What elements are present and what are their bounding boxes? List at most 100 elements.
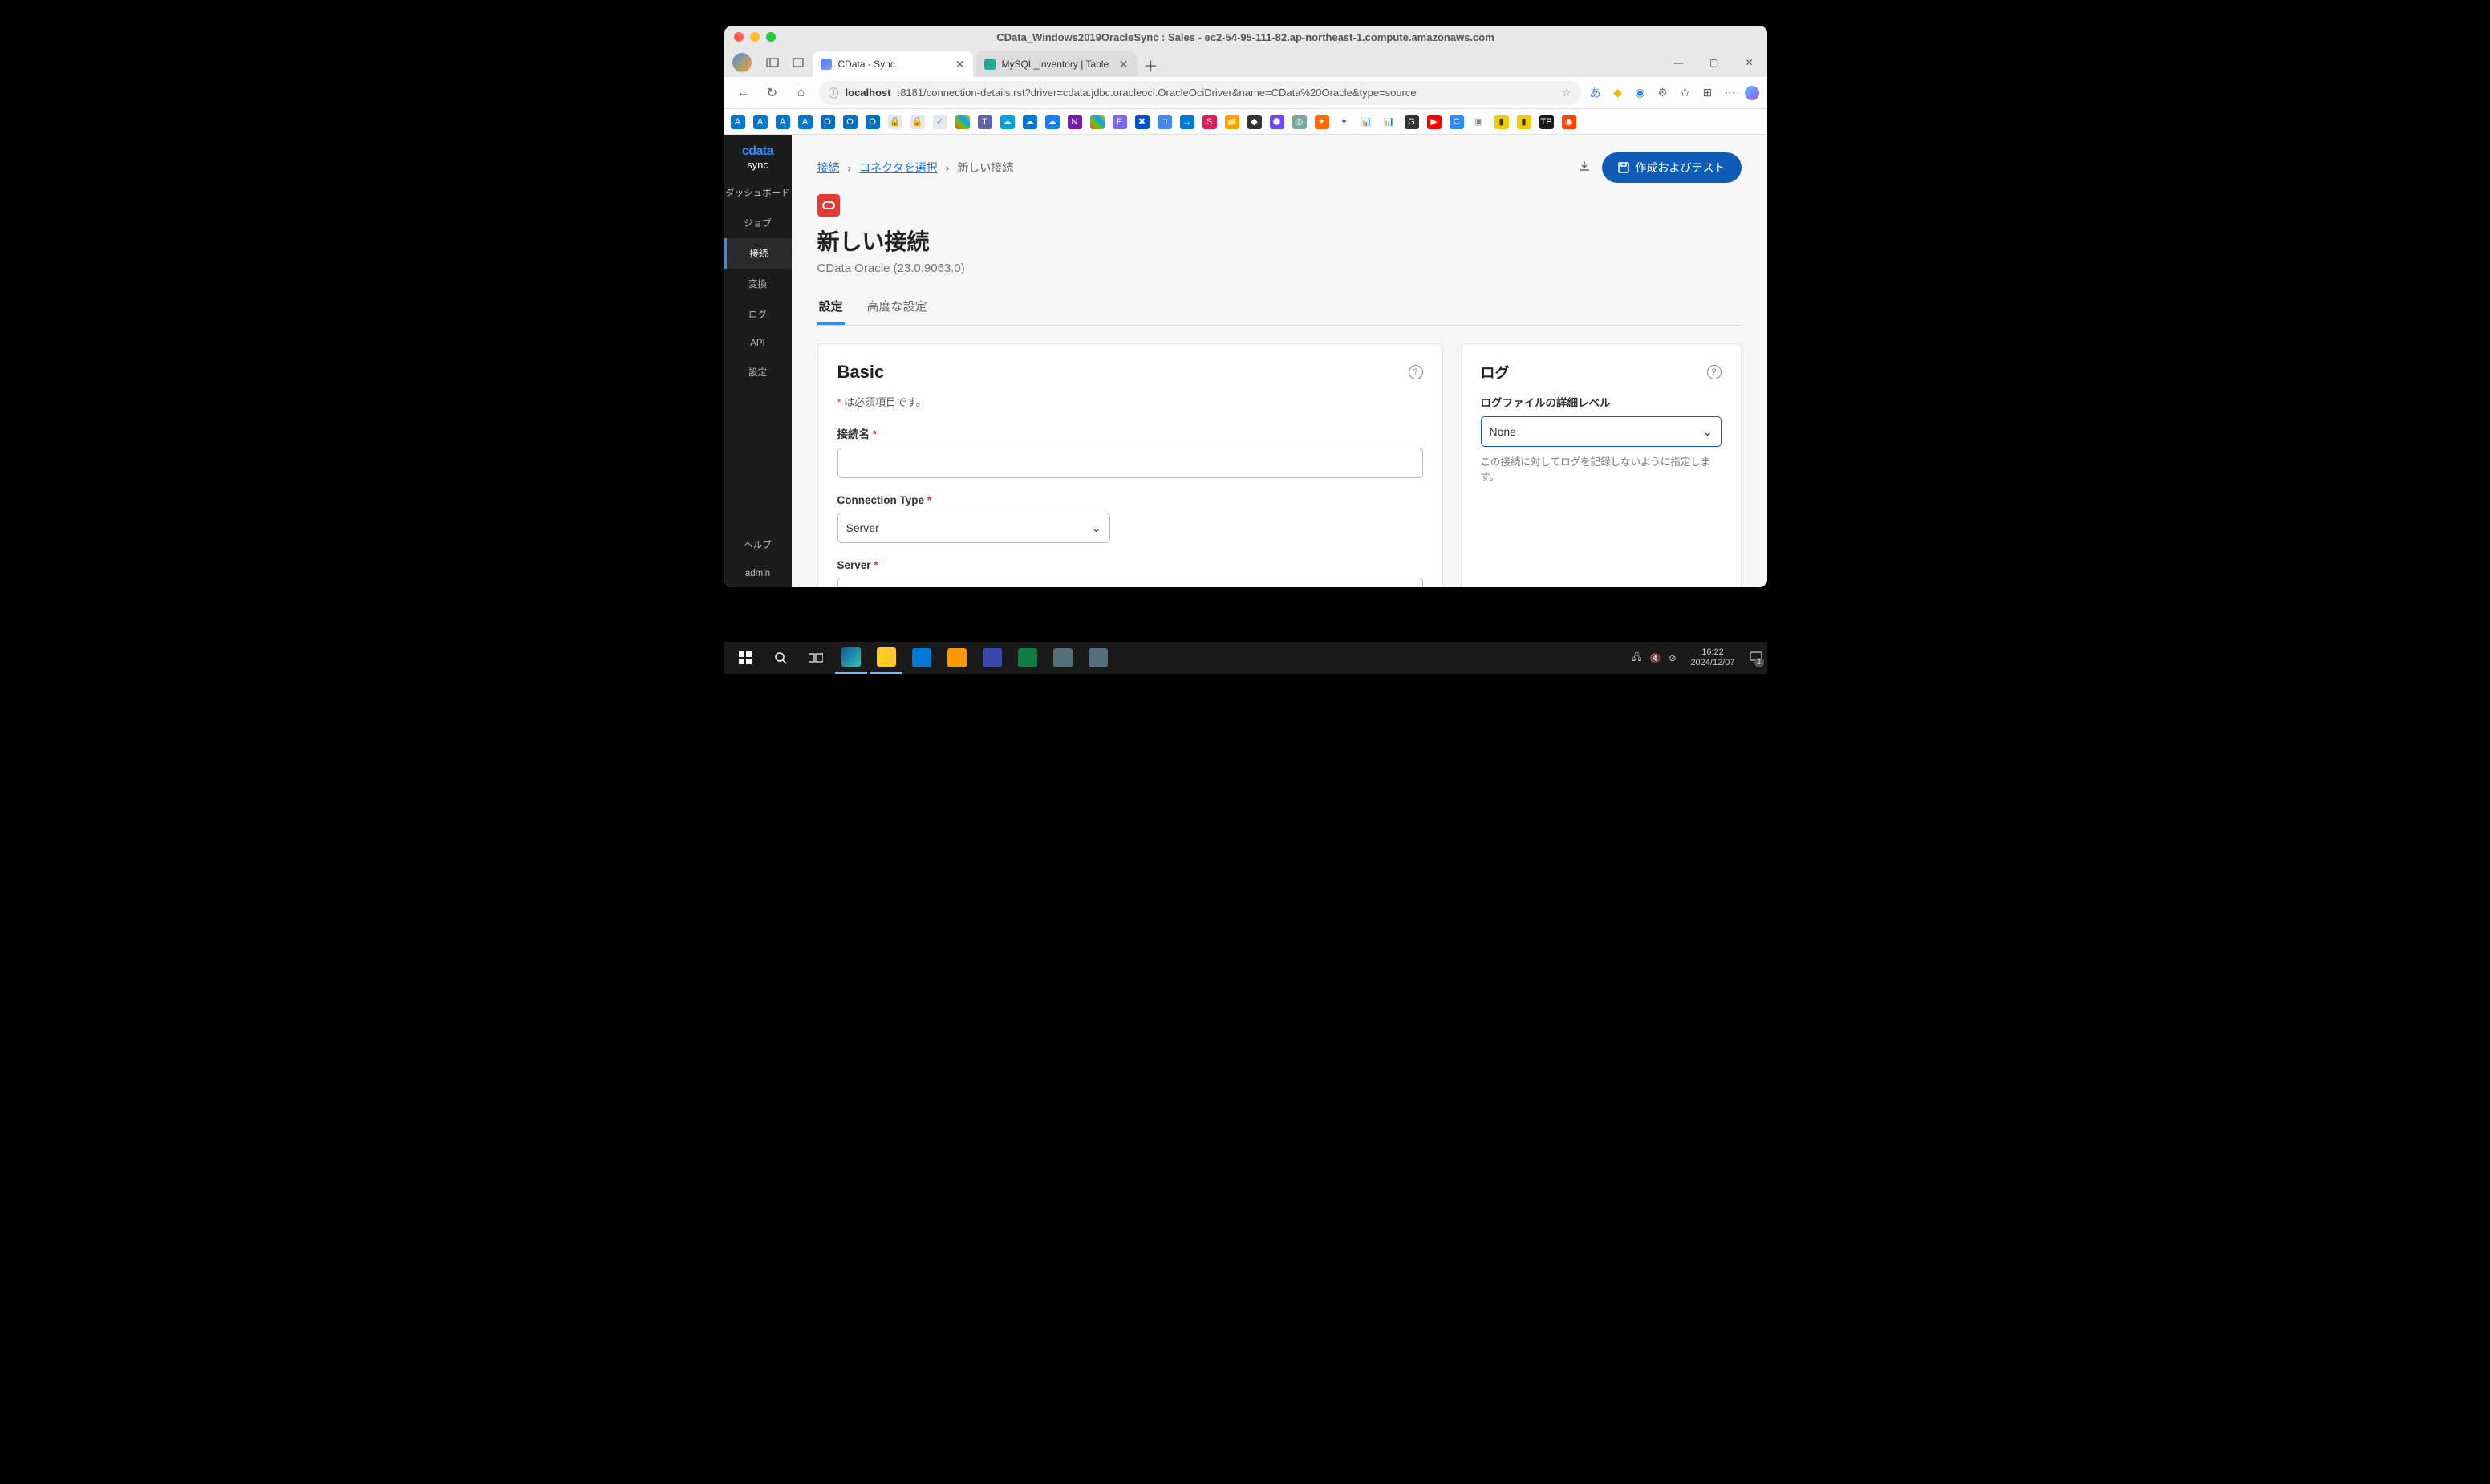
bookmark-icon[interactable]: ▮ — [1494, 115, 1509, 129]
bookmark-icon[interactable]: 🔒 — [888, 115, 902, 129]
bookmark-icon[interactable]: ☁ — [1045, 115, 1060, 129]
url-input[interactable]: ⓘ localhost :8181/connection-details.rst… — [819, 81, 1581, 105]
task-view-button[interactable] — [800, 642, 832, 674]
sidebar-item-transforms[interactable]: 変換 — [724, 269, 792, 299]
taskbar-explorer[interactable] — [870, 642, 902, 674]
conn-type-select[interactable]: Server ⌄ — [837, 513, 1110, 543]
bookmark-icon[interactable] — [1090, 115, 1105, 129]
taskbar-app[interactable] — [976, 642, 1008, 674]
bookmark-icon[interactable]: T — [978, 115, 992, 129]
favorites-icon[interactable]: ✩ — [1677, 85, 1693, 101]
breadcrumb-connections[interactable]: 接続 — [817, 160, 840, 176]
bookmark-icon[interactable]: S — [1202, 115, 1217, 129]
restore-button[interactable]: ▢ — [1697, 50, 1732, 75]
bookmark-icon[interactable]: 🔒 — [910, 115, 925, 129]
taskbar-app[interactable] — [1082, 642, 1114, 674]
bookmark-icon[interactable]: ✦ — [1337, 115, 1352, 129]
start-button[interactable] — [729, 642, 761, 674]
bookmark-icon[interactable]: TP — [1539, 115, 1554, 129]
server-input[interactable] — [837, 578, 1423, 587]
sidebar-item-admin[interactable]: admin — [724, 560, 792, 587]
new-tab-button[interactable]: ＋ — [1140, 55, 1162, 77]
log-level-select[interactable]: None ⌄ — [1481, 416, 1722, 447]
bookmark-icon[interactable]: 📁 — [1225, 115, 1239, 129]
bookmark-icon[interactable]: ▣ — [1472, 115, 1486, 129]
help-icon[interactable]: ? — [1409, 365, 1423, 379]
conn-name-input[interactable] — [837, 448, 1423, 478]
copilot-icon[interactable] — [1745, 86, 1759, 100]
home-button[interactable]: ⌂ — [790, 82, 813, 104]
sidebar-item-settings[interactable]: 設定 — [724, 357, 792, 387]
bookmark-icon[interactable]: N — [1068, 115, 1082, 129]
bookmark-icon[interactable]: A — [753, 115, 768, 129]
tray-network-icon[interactable]: 🖧 — [1632, 651, 1641, 666]
bookmark-icon[interactable]: A — [776, 115, 790, 129]
bookmark-icon[interactable]: □ — [1158, 115, 1172, 129]
refresh-button[interactable]: ↻ — [761, 82, 784, 104]
translate-icon[interactable]: あ — [1588, 85, 1604, 101]
bookmark-icon[interactable]: A — [731, 115, 745, 129]
favorite-icon[interactable]: ☆ — [1562, 87, 1571, 99]
taskbar-edge[interactable] — [835, 642, 867, 674]
bookmark-icon[interactable]: ✓ — [933, 115, 947, 129]
taskbar-clock[interactable]: 16:22 2024/12/07 — [1684, 647, 1741, 668]
bookmark-icon[interactable]: ◎ — [1292, 115, 1307, 129]
profile-avatar[interactable] — [732, 53, 752, 72]
browser-tab[interactable]: MySQL_inventory | Table ✕ — [976, 51, 1137, 77]
tab-settings[interactable]: 設定 — [817, 291, 845, 325]
bookmark-icon[interactable]: 📊 — [1382, 115, 1397, 129]
bookmark-icon[interactable]: → — [1180, 115, 1194, 129]
bookmark-icon[interactable]: ☁ — [1000, 115, 1015, 129]
bookmark-icon[interactable]: ✦ — [1315, 115, 1329, 129]
close-tab-button[interactable]: ✕ — [1119, 58, 1129, 71]
breadcrumb-select-connector[interactable]: コネクタを選択 — [859, 160, 937, 176]
sidebar-item-help[interactable]: ヘルプ — [724, 529, 792, 560]
bookmark-icon[interactable]: 📊 — [1360, 115, 1374, 129]
bookmark-icon[interactable] — [955, 115, 970, 129]
tray-icon[interactable]: ⊘ — [1669, 653, 1676, 663]
bookmark-icon[interactable]: O — [843, 115, 858, 129]
help-icon[interactable]: ? — [1707, 365, 1722, 379]
extensions-menu-icon[interactable]: ⚙ — [1655, 85, 1671, 101]
bookmark-icon[interactable]: ⬢ — [1270, 115, 1284, 129]
extension-icon[interactable]: ◆ — [1610, 85, 1626, 101]
bookmark-icon[interactable]: G — [1405, 115, 1419, 129]
tab-actions-icon[interactable] — [787, 51, 809, 74]
sidebar-item-dashboard[interactable]: ダッシュボード — [724, 177, 792, 208]
tray-volume-icon[interactable]: 🔇 — [1650, 653, 1661, 663]
minimize-button[interactable]: — — [1661, 50, 1697, 75]
bookmark-icon[interactable]: C — [1450, 115, 1464, 129]
more-icon[interactable]: ⋯ — [1722, 85, 1738, 101]
bookmark-icon[interactable]: ◉ — [1562, 115, 1576, 129]
taskbar-app[interactable] — [1047, 642, 1079, 674]
bookmark-icon[interactable]: ☁ — [1023, 115, 1037, 129]
bookmark-icon[interactable]: ◆ — [1247, 115, 1262, 129]
sidebar-item-connections[interactable]: 接続 — [724, 238, 792, 269]
taskbar-app[interactable] — [941, 642, 973, 674]
bookmark-icon[interactable]: ▶ — [1427, 115, 1442, 129]
collections-icon[interactable]: ⊞ — [1700, 85, 1716, 101]
search-button[interactable] — [764, 642, 797, 674]
tab-advanced[interactable]: 高度な設定 — [866, 291, 929, 325]
notifications-button[interactable]: 2 — [1750, 651, 1762, 666]
browser-tab-active[interactable]: CData - Sync ✕ — [813, 51, 973, 77]
download-icon[interactable] — [1578, 160, 1591, 176]
sidebar-item-jobs[interactable]: ジョブ — [724, 208, 792, 238]
site-info-icon[interactable]: ⓘ — [829, 85, 839, 100]
taskbar-excel[interactable] — [1012, 642, 1044, 674]
bookmark-icon[interactable]: ✖ — [1135, 115, 1150, 129]
back-button[interactable]: ← — [732, 82, 755, 104]
bookmark-icon[interactable]: ▮ — [1517, 115, 1531, 129]
bookmark-icon[interactable]: A — [798, 115, 813, 129]
close-button[interactable]: ✕ — [1732, 50, 1767, 75]
close-tab-button[interactable]: ✕ — [955, 58, 965, 71]
sidebar-item-logs[interactable]: ログ — [724, 299, 792, 330]
workspaces-icon[interactable] — [761, 51, 784, 74]
bookmark-icon[interactable]: O — [866, 115, 880, 129]
bookmark-icon[interactable]: F — [1113, 115, 1127, 129]
sidebar-item-api[interactable]: API — [724, 330, 792, 357]
create-and-test-button[interactable]: 作成およびテスト — [1602, 152, 1742, 183]
extension-icon[interactable]: ◉ — [1632, 85, 1649, 101]
taskbar-app[interactable] — [906, 642, 938, 674]
bookmark-icon[interactable]: O — [821, 115, 835, 129]
